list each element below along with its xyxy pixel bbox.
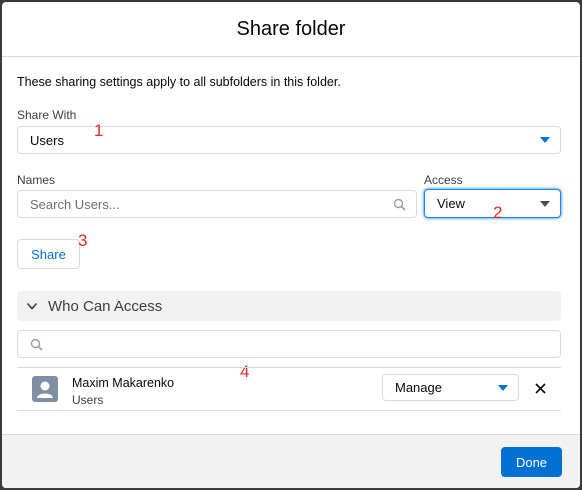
annotation-1: 1 xyxy=(94,121,104,140)
chevron-down-icon xyxy=(498,384,508,391)
share-with-value: Users xyxy=(30,132,64,148)
modal-header: Share folder xyxy=(2,2,580,57)
access-label: Access xyxy=(424,173,463,187)
annotation-2: 2 xyxy=(493,203,503,222)
modal-body: These sharing settings apply to all subf… xyxy=(2,57,580,435)
share-button[interactable]: Share xyxy=(17,239,80,269)
search-icon xyxy=(30,338,43,351)
share-folder-modal: Share folder These sharing settings appl… xyxy=(2,2,580,488)
entry-access-value: Manage xyxy=(395,380,442,395)
avatar xyxy=(32,376,58,402)
search-icon xyxy=(393,198,406,211)
chevron-down-icon xyxy=(540,137,550,143)
entry-name: Maxim Makarenko xyxy=(72,376,175,390)
chevron-down-icon xyxy=(540,200,550,207)
names-search-placeholder: Search Users... xyxy=(30,196,120,212)
entry-access-select[interactable]: Manage xyxy=(382,374,519,401)
list-item: Maxim Makarenko Users Manage xyxy=(17,367,561,411)
modal-title: Share folder xyxy=(236,17,346,40)
user-icon xyxy=(37,381,53,398)
modal-footer: Done xyxy=(2,434,580,488)
names-search-input[interactable]: Search Users... xyxy=(17,190,417,218)
access-value: View xyxy=(437,196,465,211)
annotation-3: 3 xyxy=(78,231,88,250)
chevron-down-icon xyxy=(26,302,38,310)
access-list-search-input[interactable] xyxy=(17,330,561,358)
who-can-access-title: Who Can Access xyxy=(48,297,163,315)
share-with-label: Share With xyxy=(17,108,77,122)
done-button[interactable]: Done xyxy=(501,447,562,477)
entry-type: Users xyxy=(72,393,104,407)
names-label: Names xyxy=(17,173,56,187)
who-can-access-header[interactable]: Who Can Access xyxy=(17,291,561,321)
close-icon[interactable] xyxy=(535,383,546,394)
intro-text: These sharing settings apply to all subf… xyxy=(17,75,341,89)
